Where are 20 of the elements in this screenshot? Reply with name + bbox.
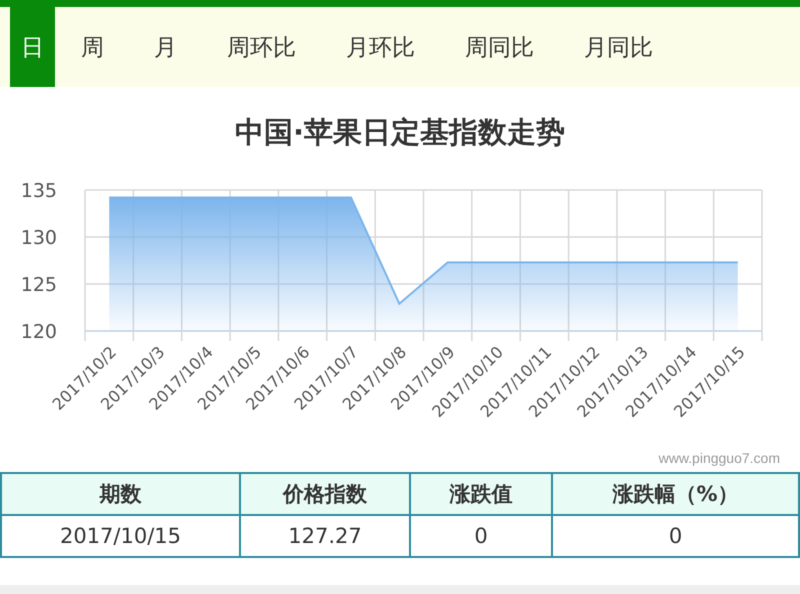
table-cell: 0 — [410, 515, 552, 557]
y-axis-label: 125 — [20, 274, 57, 296]
column-header: 价格指数 — [240, 473, 410, 515]
y-axis-label: 130 — [20, 227, 57, 249]
column-header: 期数 — [1, 473, 240, 515]
y-axis-label: 120 — [20, 321, 57, 343]
tab[interactable]: 月同比 — [568, 7, 669, 87]
tab[interactable]: 周同比 — [449, 7, 550, 87]
tab[interactable]: 月环比 — [330, 7, 431, 87]
table-cell: 127.27 — [240, 515, 410, 557]
column-header: 涨跌幅（%） — [552, 473, 799, 515]
tab[interactable]: 月 — [138, 7, 193, 87]
chart-title: 中国·苹果日定基指数走势 — [234, 114, 566, 151]
tab[interactable]: 日 — [10, 7, 55, 87]
table-cell: 2017/10/15 — [1, 515, 240, 557]
tab[interactable]: 周 — [65, 7, 120, 87]
y-axis-label: 135 — [20, 180, 57, 202]
column-header: 涨跌值 — [410, 473, 552, 515]
table-cell: 0 — [552, 515, 799, 557]
tab[interactable]: 周环比 — [211, 7, 312, 87]
